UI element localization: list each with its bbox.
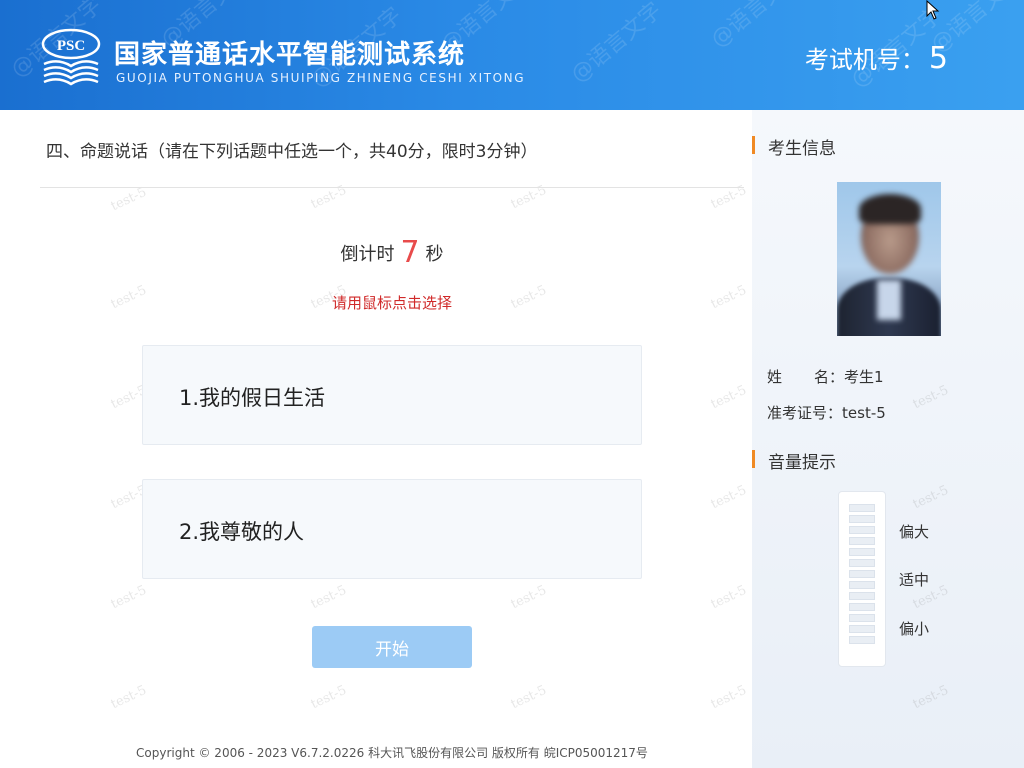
header-watermark-text: @语言文字: [706, 0, 807, 53]
watermark-text: test-5: [708, 682, 749, 713]
watermark-text: test-5: [108, 682, 149, 713]
start-button[interactable]: 开始: [312, 626, 472, 668]
section-title: 四、命题说话（请在下列话题中任选一个，共40分，限时3分钟）: [46, 142, 538, 162]
watermark-text: test-5: [708, 582, 749, 613]
id-label: 准考证号: [767, 404, 828, 422]
topic-option-1[interactable]: 1.我的假日生活: [142, 345, 642, 445]
candidate-photo: [837, 182, 941, 336]
volume-meter: [838, 491, 886, 667]
countdown-seconds: 7: [400, 235, 420, 270]
candidate-info-heading: 考生信息: [752, 134, 836, 159]
volume-bar-segment: [849, 581, 875, 589]
mouse-cursor-icon: [926, 0, 940, 20]
volume-bar-segment: [849, 614, 875, 622]
volume-bar-segment: [849, 636, 875, 644]
watermark-text: test-5: [308, 582, 349, 613]
main-panel: test-5 test-5 test-5 test-5 test-5 test-…: [0, 110, 752, 768]
psc-logo: PSC: [41, 28, 101, 86]
volume-bar-segment: [849, 537, 875, 545]
logo-text: PSC: [57, 38, 85, 54]
id-value: ：test-5: [827, 404, 886, 422]
volume-low-label: 偏小: [899, 620, 930, 638]
volume-bar-segment: [849, 625, 875, 633]
exam-no-value: 5: [928, 41, 948, 76]
topic-option-2[interactable]: 2.我尊敬的人: [142, 479, 642, 579]
volume-bar-segment: [849, 515, 875, 523]
app-subtitle: GUOJIA PUTONGHUA SHUIPING ZHINENG CESHI …: [116, 71, 526, 85]
countdown-suffix: 秒: [425, 244, 444, 265]
candidate-id-row: 准考证号：test-5: [767, 402, 886, 423]
volume-bar-segment: [849, 570, 875, 578]
countdown-prefix: 倒计时: [340, 244, 395, 265]
name-value: ：考生1: [829, 368, 884, 386]
divider: [40, 187, 744, 188]
watermark-text: test-5: [508, 682, 549, 713]
watermark-text: test-5: [708, 482, 749, 513]
header-watermark-text: @语言文字: [566, 0, 667, 88]
volume-mid-label: 适中: [899, 571, 930, 589]
watermark-text: test-5: [108, 582, 149, 613]
volume-bars: [849, 504, 875, 652]
watermark-text: test-5: [910, 382, 951, 413]
volume-bar-segment: [849, 603, 875, 611]
watermark-text: test-5: [308, 682, 349, 713]
watermark-text: test-5: [910, 682, 951, 713]
volume-bar-segment: [849, 526, 875, 534]
volume-high-label: 偏大: [899, 523, 930, 541]
candidate-sidebar: test-5 test-5 test-5 test-5 考生信息 姓名：考生1 …: [752, 110, 1024, 768]
watermark-text: test-5: [108, 184, 149, 215]
volume-bar-segment: [849, 504, 875, 512]
volume-bar-segment: [849, 548, 875, 556]
volume-bar-segment: [849, 559, 875, 567]
volume-heading: 音量提示: [752, 448, 836, 473]
countdown: 倒计时 7 秒: [0, 235, 752, 270]
candidate-name-row: 姓名：考生1: [767, 366, 884, 387]
volume-bar-segment: [849, 592, 875, 600]
topic-label: 1.我的假日生活: [179, 386, 326, 410]
watermark-text: test-5: [910, 482, 951, 513]
copyright-footer: Copyright © 2006 - 2023 V6.7.2.0226 科大讯飞…: [136, 746, 648, 760]
watermark-text: test-5: [708, 382, 749, 413]
app-title: 国家普通话水平智能测试系统: [114, 40, 466, 70]
exam-machine-number: 考试机号： 5: [805, 40, 948, 76]
exam-no-label: 考试机号：: [804, 46, 925, 74]
selection-hint: 请用鼠标点击选择: [331, 294, 452, 312]
app-header: @语言文字 @语言文字 @语言文字 @语言文字 @语言文字 @语言文字 @语言文…: [0, 0, 1024, 110]
watermark-text: test-5: [508, 582, 549, 613]
topic-label: 2.我尊敬的人: [179, 520, 305, 544]
